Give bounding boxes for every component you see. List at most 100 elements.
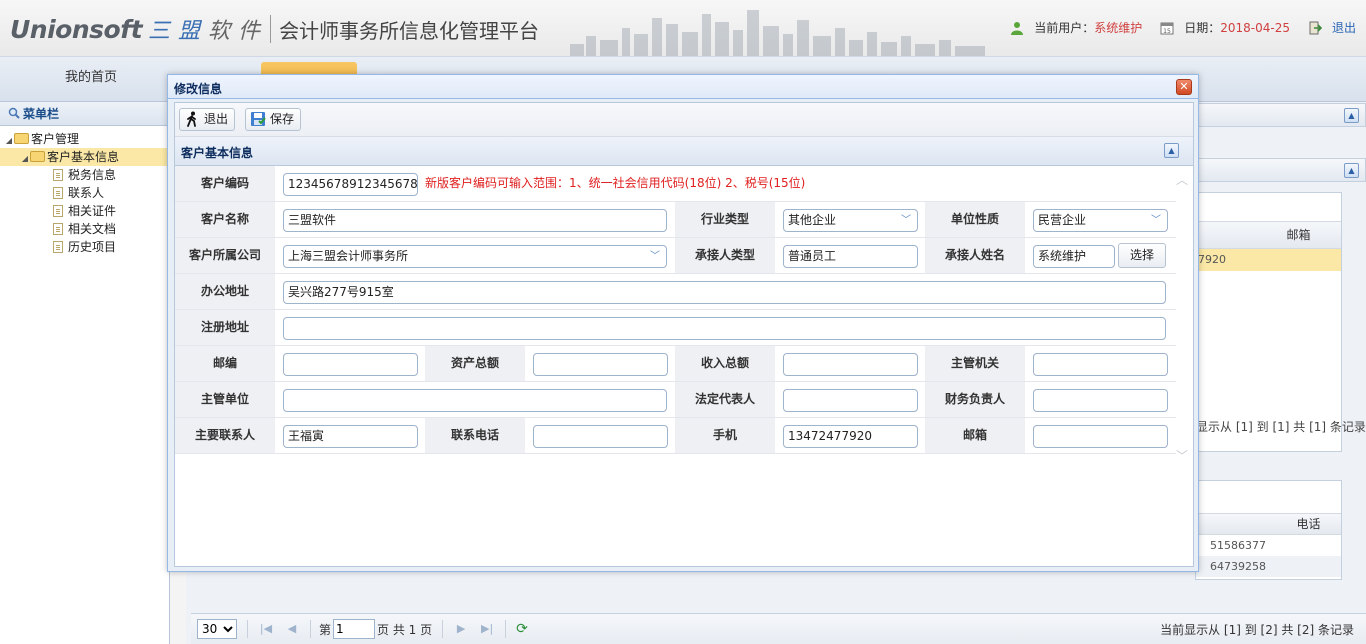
supervising-unit-input[interactable] xyxy=(283,389,667,412)
tree-item-documents[interactable]: 相关文档 xyxy=(0,220,169,238)
user-bar: 当前用户： 系统维护 15 日期： 2018-04-25 退出 xyxy=(1010,19,1356,36)
form-row: 客户编码 123456789123456789 新版客户编码可输入范围：1、统一… xyxy=(175,166,1176,202)
legal-rep-input[interactable] xyxy=(783,389,918,412)
file-icon xyxy=(53,187,63,199)
tree-node-customer-basic-info[interactable]: ◢ 客户基本信息 xyxy=(0,148,169,166)
finance-head-input[interactable] xyxy=(1033,389,1168,412)
chevron-down-icon[interactable]: ﹀ xyxy=(1149,212,1163,229)
table-row[interactable]: 7920 xyxy=(1196,249,1341,271)
chevron-down-icon[interactable]: ﹀ xyxy=(648,248,662,265)
user-icon xyxy=(1011,21,1024,35)
form-row: 客户所属公司 上海三盟会计师事务所 ﹀ 承接人类型 普通员工 承接人姓名 系统维护… xyxy=(175,238,1176,274)
authority-label: 主管机关 xyxy=(925,346,1025,381)
customer-code-label: 客户编码 xyxy=(175,166,275,201)
tree-item-contacts[interactable]: 联系人 xyxy=(0,184,169,202)
industry-type-select[interactable]: 其他企业 ﹀ xyxy=(783,209,918,232)
authority-input[interactable] xyxy=(1033,353,1168,376)
brand-name-en: Unionsoft xyxy=(10,14,143,44)
customer-name-input[interactable]: 三盟软件 xyxy=(283,209,667,232)
date-label: 日期： xyxy=(1184,21,1221,35)
undertaker-name-input[interactable]: 系统维护 xyxy=(1033,245,1115,268)
calendar-icon: 15 xyxy=(1160,22,1174,35)
main-contact-label: 主要联系人 xyxy=(175,418,275,453)
select-button[interactable]: 选择 xyxy=(1118,243,1166,268)
legal-rep-label: 法定代表人 xyxy=(675,382,775,417)
total-assets-label: 资产总额 xyxy=(425,346,525,381)
email-input[interactable] xyxy=(1033,425,1168,448)
customer-form: 客户编码 123456789123456789 新版客户编码可输入范围：1、统一… xyxy=(175,166,1193,456)
last-page-icon[interactable]: ▶| xyxy=(479,621,495,637)
collapse-icon[interactable]: ▲ xyxy=(1344,108,1359,123)
logout-icon[interactable] xyxy=(1308,21,1322,35)
total-income-label: 收入总额 xyxy=(675,346,775,381)
form-row: 办公地址 吴兴路277号915室 xyxy=(175,274,1176,310)
next-page-icon[interactable]: ▶ xyxy=(453,621,469,637)
page-size-select[interactable]: 30 xyxy=(197,619,237,639)
exit-label: 退出 xyxy=(204,112,229,126)
tree-item-history-projects[interactable]: 历史项目 xyxy=(0,238,169,256)
dialog-toolbar: 退出 保存 xyxy=(175,103,1193,137)
tree-item-label: 相关证件 xyxy=(68,204,117,218)
scroll-up-icon[interactable]: ︿ xyxy=(1175,173,1189,187)
undertaker-type-input[interactable]: 普通员工 xyxy=(783,245,918,268)
table-row[interactable]: 51586377 xyxy=(1196,535,1341,556)
tree-item-tax-info[interactable]: 税务信息 xyxy=(0,166,169,184)
customer-code-input[interactable]: 123456789123456789 xyxy=(283,173,418,196)
registered-address-input[interactable] xyxy=(283,317,1166,340)
total-assets-input[interactable] xyxy=(533,353,668,376)
table-row[interactable]: 64739258 xyxy=(1196,556,1341,577)
walk-exit-icon xyxy=(187,111,196,127)
pager-summary: 当前显示从 [1] 到 [2] 共 [2] 条记录 xyxy=(1160,622,1354,637)
collapse-icon[interactable]: ▲ xyxy=(1344,163,1359,178)
first-page-icon[interactable]: |◀ xyxy=(258,621,274,637)
dialog-title: 修改信息 xyxy=(174,82,223,96)
save-button[interactable]: 保存 xyxy=(245,108,302,131)
zip-code-input[interactable] xyxy=(283,353,418,376)
section-header: 客户基本信息 ▲ xyxy=(175,137,1193,166)
tree-item-label: 历史项目 xyxy=(68,240,117,254)
total-income-input[interactable] xyxy=(783,353,918,376)
pager-separator xyxy=(442,620,444,638)
unit-nature-label: 单位性质 xyxy=(925,202,1025,237)
nav-tab-home[interactable]: 我的首页 xyxy=(18,57,164,101)
refresh-icon[interactable]: ⟳ xyxy=(516,621,532,637)
email-label: 邮箱 xyxy=(925,418,1025,453)
prev-page-icon[interactable]: ◀ xyxy=(284,621,300,637)
folder-icon xyxy=(14,133,29,144)
mobile-label: 手机 xyxy=(675,418,775,453)
tree-node-customer-management[interactable]: ◢ 客户管理 xyxy=(0,130,169,148)
mobile-input[interactable]: 13472477920 xyxy=(783,425,918,448)
main-contact-input[interactable]: 王福寅 xyxy=(283,425,418,448)
customer-name-label: 客户名称 xyxy=(175,202,275,237)
form-scrollbar[interactable]: ︿ ﹀ xyxy=(1175,173,1189,463)
contact-phone-input[interactable] xyxy=(533,425,668,448)
tree-item-certificates[interactable]: 相关证件 xyxy=(0,202,169,220)
form-row: 注册地址 xyxy=(175,310,1176,346)
search-icon xyxy=(8,107,20,119)
chevron-down-icon[interactable]: ﹀ xyxy=(899,212,913,229)
background-grid: 邮箱 7920 xyxy=(1195,192,1342,452)
office-address-input[interactable]: 吴兴路277号915室 xyxy=(283,281,1166,304)
page-number-input[interactable] xyxy=(333,619,376,639)
section-title: 客户基本信息 xyxy=(181,146,254,160)
collapse-icon[interactable]: ▲ xyxy=(1164,143,1179,158)
pager-separator xyxy=(505,620,507,638)
sidebar: 菜单栏 ◢ 客户管理 ◢ 客户基本信息 税务信息 联系人 相关证件 相关文档 历史项… xyxy=(0,102,170,644)
form-row: 邮编 资产总额 收入总额 主管机关 xyxy=(175,346,1176,382)
brand-name-cn-suffix: 软件 xyxy=(208,19,269,44)
select-value: 其他企业 xyxy=(788,213,837,227)
exit-button[interactable]: 退出 xyxy=(179,108,236,131)
edit-dialog: 修改信息 ✕ 退出 保存 客户基本信息 ▲ 客户编码 1234567891234… xyxy=(167,74,1199,572)
unit-nature-select[interactable]: 民营企业 ﹀ xyxy=(1033,209,1168,232)
svg-text:15: 15 xyxy=(1163,28,1171,35)
page-label: 第 xyxy=(319,622,332,637)
zip-code-label: 邮编 xyxy=(175,346,275,381)
sidebar-title: 菜单栏 xyxy=(23,107,60,121)
brand-name-cn: 三盟 xyxy=(148,19,209,44)
customer-company-select[interactable]: 上海三盟会计师事务所 ﹀ xyxy=(283,245,667,268)
logout-link[interactable]: 退出 xyxy=(1332,19,1356,36)
background-panel-header-2: ▲ xyxy=(1196,158,1366,182)
close-icon[interactable]: ✕ xyxy=(1176,79,1192,95)
scroll-down-icon[interactable]: ﹀ xyxy=(1175,449,1189,463)
logo: Unionsoft 三盟 软件 会计师事务所信息化管理平台 xyxy=(10,12,539,46)
